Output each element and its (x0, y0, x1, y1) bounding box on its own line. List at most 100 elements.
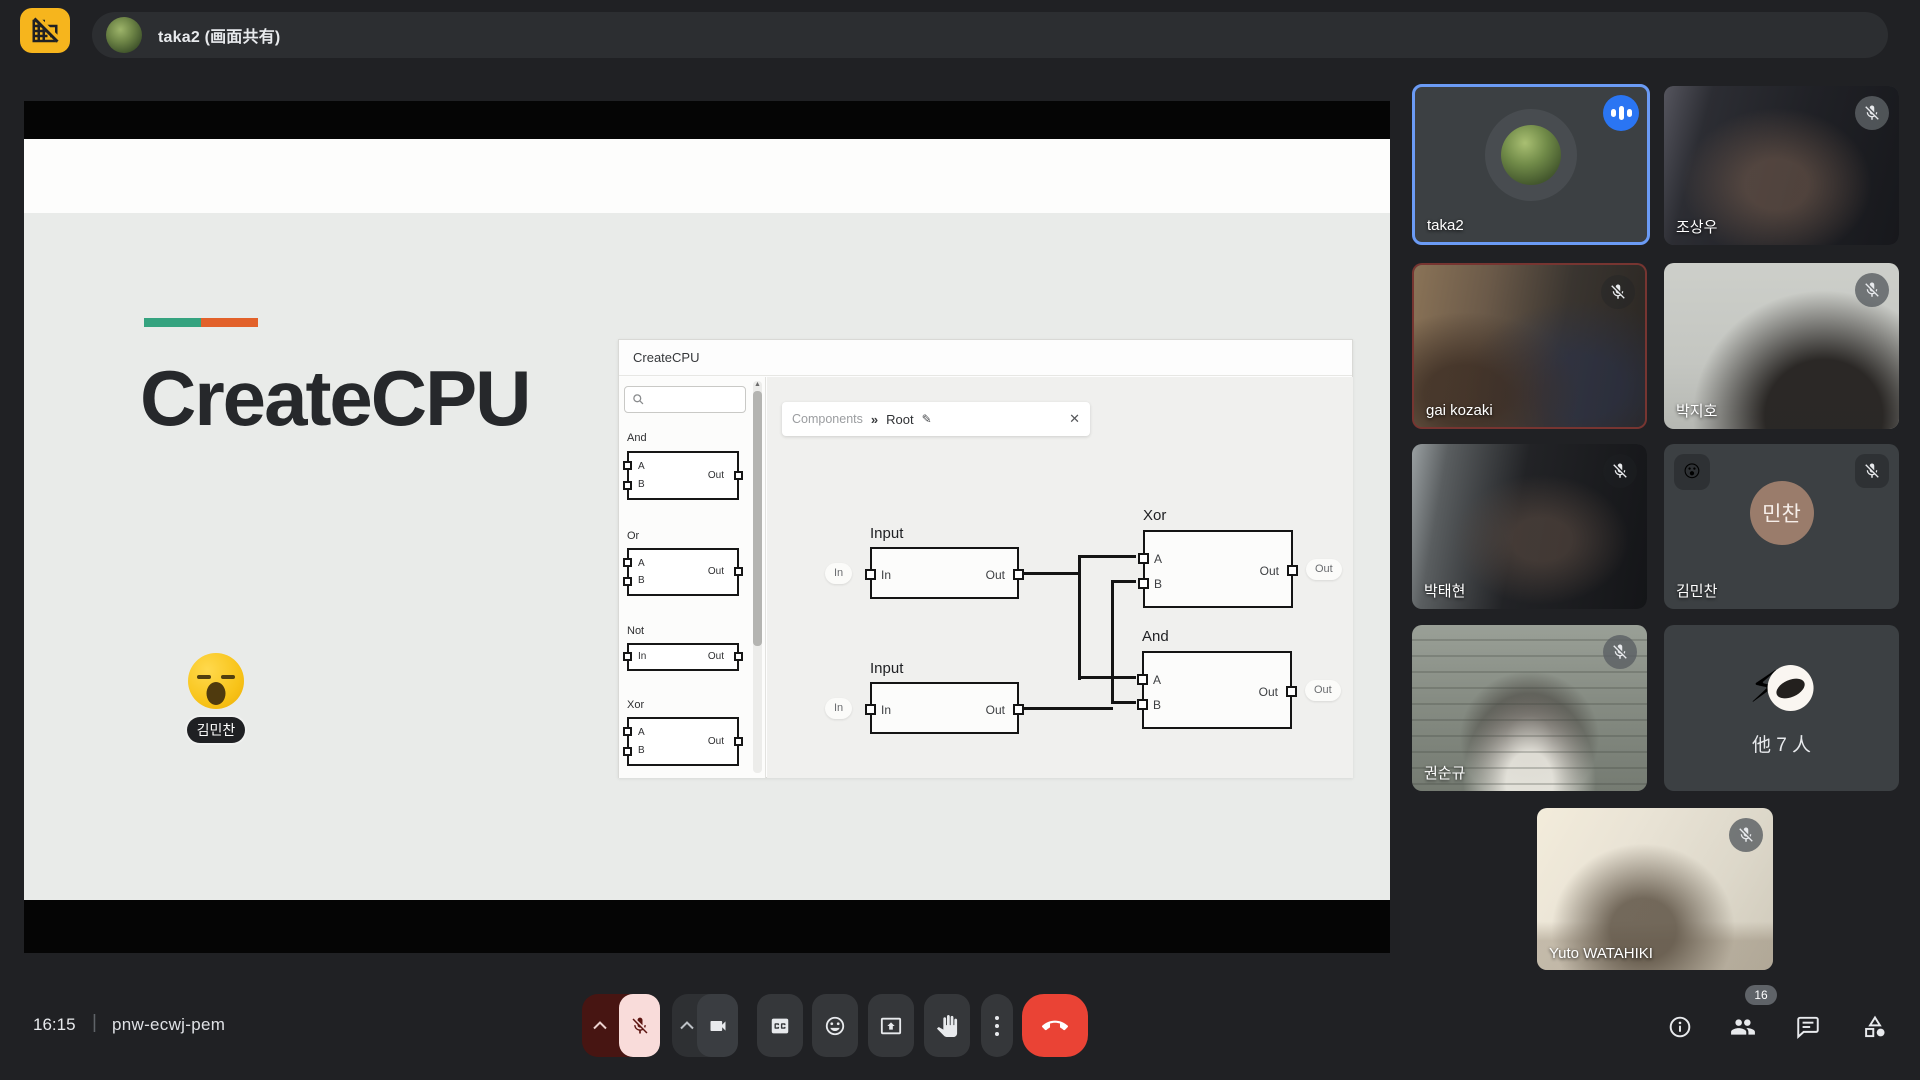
activities-button[interactable] (1862, 1014, 1888, 1040)
participant-name: taka2 (1427, 217, 1464, 234)
wire (1078, 555, 1136, 558)
raise-hand-button[interactable] (924, 994, 970, 1057)
mic-off-icon (1603, 635, 1637, 669)
slide-title: CreateCPU (140, 353, 529, 444)
meeting-code: pnw-ecwj-pem (112, 1015, 225, 1035)
node-label: And (1142, 628, 1169, 645)
node-label: Input (870, 525, 903, 542)
participant-name: Yuto WATAHIKI (1549, 945, 1653, 962)
mic-mute-button[interactable] (619, 994, 660, 1057)
camera-control-group[interactable] (672, 994, 738, 1057)
participant-tile[interactable]: 😮 민찬 김민찬 (1664, 444, 1899, 609)
mic-off-icon (630, 1016, 650, 1036)
presentation-slide: CreateCPU 김민찬 CreateCPU ▲ (24, 213, 1390, 900)
gate-label: Xor (627, 699, 644, 711)
node-and: A B Out (1142, 651, 1292, 729)
participant-tile[interactable]: 박지호 (1664, 263, 1899, 429)
videocam-icon (708, 1016, 728, 1036)
wire (1111, 701, 1136, 704)
participant-tile[interactable]: gai kozaki (1412, 263, 1647, 429)
node-input-2: In Out (870, 682, 1019, 734)
speaking-indicator-icon (1603, 95, 1639, 131)
createcpu-app-window: CreateCPU ▲ And A B Out (618, 339, 1353, 778)
stone-logo-icon (1768, 665, 1814, 711)
scrollbar-thumb (753, 391, 762, 646)
close-icon: ✕ (1069, 411, 1080, 427)
slide-accent-bar (144, 318, 258, 327)
participant-tile-taka2[interactable]: taka2 (1412, 84, 1650, 245)
participant-count-badge: 16 (1745, 985, 1777, 1005)
participant-tile[interactable]: 박태현 (1412, 444, 1647, 609)
external-out-pill: Out (1305, 680, 1341, 701)
accent-teal (144, 318, 201, 327)
participant-tile[interactable]: 조상우 (1664, 86, 1899, 245)
wire (1078, 676, 1136, 679)
present-screen-button[interactable] (868, 994, 914, 1057)
clock-time: 16:15 (33, 1015, 76, 1035)
gate-label: Not (627, 625, 644, 637)
participant-tile[interactable]: 권순규 (1412, 625, 1647, 791)
camera-toggle-button[interactable] (697, 994, 738, 1057)
wire (1111, 581, 1114, 703)
node-xor: A B Out (1143, 530, 1293, 608)
chevron-up-icon (593, 1021, 607, 1030)
cc-icon (769, 1015, 791, 1037)
participant-name: 권순규 (1424, 762, 1465, 783)
end-call-button[interactable] (1022, 994, 1088, 1057)
participant-name: 김민찬 (1676, 580, 1717, 601)
participant-tile-overflow[interactable]: ⚡ 他 7 人 (1664, 625, 1899, 791)
chevron-up-icon (680, 1021, 694, 1030)
divider: | (92, 1012, 97, 1034)
palette-gate-and: A B Out (627, 451, 739, 500)
wire (1019, 707, 1113, 710)
external-in-pill: In (825, 698, 852, 719)
palette-gate-or: A B Out (627, 548, 739, 596)
mic-off-icon (1601, 275, 1635, 309)
reactions-button[interactable] (812, 994, 858, 1057)
share-white-band (24, 139, 1390, 213)
breadcrumb-components: Components (792, 412, 863, 426)
presentation-hidden-button[interactable] (20, 8, 70, 53)
participant-name: gai kozaki (1426, 402, 1493, 419)
breadcrumb-current: Root (886, 412, 913, 427)
breadcrumb: Components » Root ✎ ✕ (782, 402, 1090, 436)
smiley-icon (824, 1015, 846, 1037)
participant-tile[interactable]: Yuto WATAHIKI (1537, 808, 1773, 970)
mic-off-icon (1729, 818, 1763, 852)
more-options-button[interactable] (981, 994, 1013, 1057)
building-slash-icon (30, 16, 60, 46)
people-button[interactable] (1730, 1014, 1756, 1040)
overflow-avatars: ⚡ (1749, 665, 1814, 711)
app-titlebar: CreateCPU (619, 340, 1352, 376)
presenter-banner[interactable]: taka2 (画面共有) (92, 12, 1888, 58)
chat-button[interactable] (1795, 1014, 1821, 1040)
captions-button[interactable] (757, 994, 803, 1057)
breadcrumb-separator: » (871, 412, 878, 427)
participant-name: 박태현 (1424, 580, 1465, 601)
mic-off-icon (1855, 273, 1889, 307)
external-in-pill: In (825, 563, 852, 584)
circuit-canvas: Components » Root ✎ ✕ Input In (767, 377, 1353, 778)
reaction-emoji: 😮 (1674, 454, 1710, 490)
presenter-avatar (106, 17, 142, 53)
node-label: Xor (1143, 507, 1166, 524)
palette-gate-xor: A B Out (627, 717, 739, 766)
info-button[interactable] (1667, 1014, 1693, 1040)
reaction-sender-name: 김민찬 (187, 717, 246, 743)
node-input-1: In Out (870, 547, 1019, 599)
reaction-overlay: 김민찬 (186, 653, 246, 743)
yawning-face-emoji (188, 653, 244, 709)
accent-orange (201, 318, 258, 327)
mic-control-group[interactable] (582, 994, 660, 1057)
participant-name: 박지호 (1676, 400, 1717, 421)
search-input (624, 386, 746, 413)
gate-label: Or (627, 530, 639, 542)
external-out-pill: Out (1306, 559, 1342, 580)
component-palette: ▲ And A B Out Or A B Out Not In (619, 377, 766, 778)
mic-off-icon (1855, 96, 1889, 130)
app-title: CreateCPU (633, 350, 699, 365)
palette-gate-not: In Out (627, 643, 739, 671)
avatar: 민찬 (1750, 481, 1814, 545)
mic-off-icon (1603, 454, 1637, 488)
avatar (1501, 125, 1561, 185)
